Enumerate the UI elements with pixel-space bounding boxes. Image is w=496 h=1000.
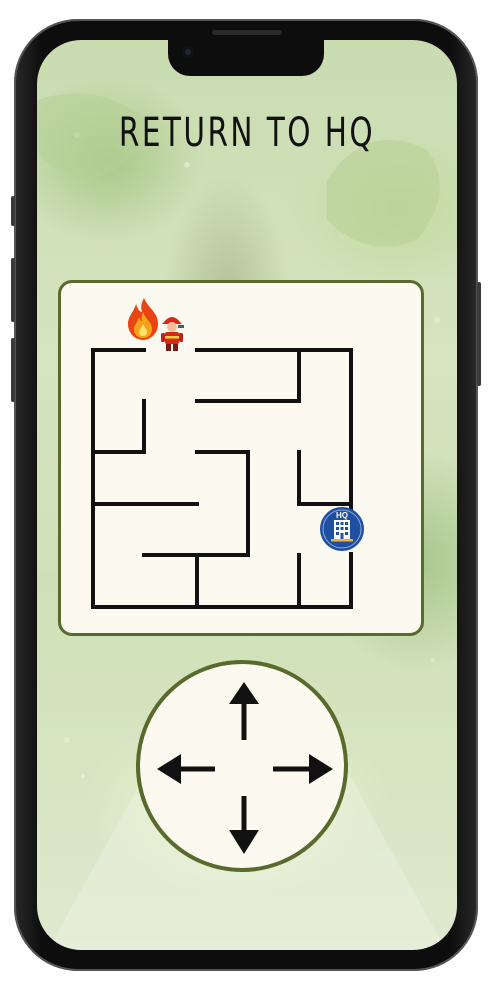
page-title: RETURN TO HQ — [118, 110, 376, 156]
arrow-left-icon — [157, 754, 215, 784]
arrow-down-icon — [229, 796, 259, 854]
volume-down-button — [11, 338, 15, 402]
arrow-up-icon — [229, 682, 259, 740]
maze-wall — [91, 348, 353, 609]
arrow-right-button[interactable] — [273, 752, 335, 786]
arrow-up-button[interactable] — [227, 680, 261, 742]
volume-up-button — [11, 258, 15, 322]
maze-wall — [297, 450, 353, 506]
fire-icon — [128, 298, 158, 340]
hq-label: HQ — [336, 511, 348, 520]
arrow-left-button[interactable] — [155, 752, 217, 786]
maze-board: HQ — [91, 298, 364, 609]
maze-wall — [91, 399, 146, 454]
phone-notch — [168, 40, 324, 76]
earpiece-speaker — [212, 30, 282, 35]
firefighter-icon[interactable] — [161, 317, 184, 351]
maze-wall — [195, 348, 301, 403]
hq-building-icon[interactable]: HQ — [320, 507, 364, 551]
front-camera — [182, 46, 194, 58]
silent-switch — [11, 196, 15, 226]
arrow-right-icon — [273, 754, 333, 784]
arrow-down-button[interactable] — [227, 796, 261, 856]
maze-walls — [91, 348, 353, 609]
power-button — [477, 282, 481, 386]
